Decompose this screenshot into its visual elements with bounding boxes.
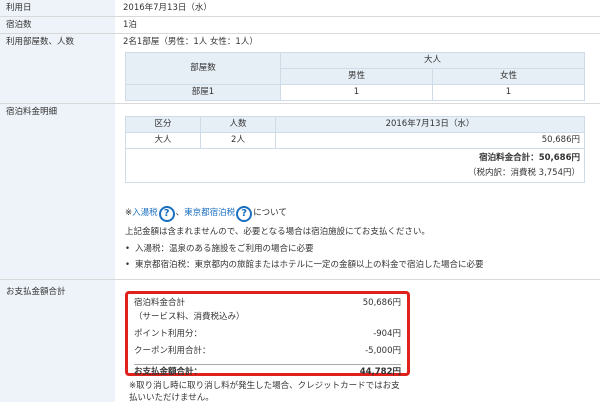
payment-summary-box: 宿泊料金合計 50,686円 （サービス料、消費税込み） ポイント利用分： -9… bbox=[125, 291, 410, 378]
nights-row: 宿泊数 1泊 bbox=[0, 17, 600, 34]
not-included-note: 上記金額は含まれませんので、必要となる場合は宿泊施設にてお支払ください。 bbox=[125, 227, 430, 237]
nights-value: 1泊 bbox=[123, 20, 137, 30]
bath-tax-link[interactable]: 入湯税 bbox=[132, 208, 158, 219]
col-adult: 大人 bbox=[280, 52, 585, 69]
payment-line: クーポン利用合計： -5,000円 bbox=[134, 346, 401, 357]
breakdown-table: 区分 人数 2016年7月13日（水） 大人 2人 50,686円 宿泊料金合計… bbox=[125, 116, 585, 183]
col-people: 人数 bbox=[200, 116, 276, 133]
type-cell: 大人 bbox=[125, 132, 201, 149]
rooms-label: 利用部屋数、人数 bbox=[0, 34, 115, 103]
list-item: 東京都宿泊税：東京都内の旅館またはホテルに一定の金額以上の料金で宿泊した場合に必… bbox=[125, 260, 595, 271]
payment-row: お支払金額合計 宿泊料金合計 50,686円 （サービス料、消費税込み） ポイン… bbox=[0, 280, 600, 403]
help-icon[interactable]: ? bbox=[158, 206, 175, 222]
payment-line: （サービス料、消費税込み） bbox=[134, 312, 245, 323]
tax-note-prefix: ※ bbox=[125, 208, 133, 219]
cancel-note: ※取り消し時に取り消し料が発生した場合、クレジットカードではお支払いいただけませ… bbox=[129, 381, 400, 403]
tax-note-suffix: について bbox=[253, 208, 287, 219]
rooms-value: 2名1部屋（男性：1人 女性：1人） bbox=[123, 37, 258, 47]
payment-total: お支払金額合計： 44,782円 bbox=[134, 364, 401, 378]
use-date-value: 2016年7月13日（水） bbox=[123, 3, 212, 13]
people-cell: 2人 bbox=[200, 132, 276, 149]
female-count: 1 bbox=[432, 84, 585, 101]
tax-bullet-list: 入湯税：温泉のある施設をご利用の場合に必要 東京都宿泊税：東京都内の旅館またはホ… bbox=[125, 244, 595, 271]
payment-label: お支払金額合計 bbox=[0, 280, 115, 402]
col-type: 区分 bbox=[125, 116, 201, 133]
nights-label: 宿泊数 bbox=[0, 17, 115, 33]
tokyo-tax-link[interactable]: 東京都宿泊税 bbox=[184, 208, 235, 219]
total-value: 50,686円 bbox=[538, 152, 580, 163]
tax-note: （税内訳：消費税 3,754円） bbox=[467, 167, 580, 178]
total-label: 宿泊料金合計： bbox=[479, 152, 539, 163]
payment-line: 宿泊料金合計 50,686円 bbox=[134, 298, 401, 309]
list-item: 入湯税：温泉のある施設をご利用の場合に必要 bbox=[125, 244, 595, 255]
breakdown-row: 宿泊料金明細 区分 人数 2016年7月13日（水） 大人 2人 50,686円… bbox=[0, 104, 600, 280]
help-icon[interactable]: ? bbox=[236, 206, 253, 222]
breakdown-label: 宿泊料金明細 bbox=[0, 104, 115, 279]
tax-separator: 、 bbox=[175, 208, 185, 219]
male-count: 1 bbox=[280, 84, 433, 101]
use-date-row: 利用日 2016年7月13日（水） bbox=[0, 0, 600, 17]
use-date-label: 利用日 bbox=[0, 0, 115, 16]
col-room-count: 部屋数 bbox=[125, 52, 281, 85]
price-cell: 50,686円 bbox=[275, 132, 585, 149]
col-date: 2016年7月13日（水） bbox=[275, 116, 585, 133]
col-male: 男性 bbox=[280, 68, 433, 85]
payment-line: ポイント利用分： -904円 bbox=[134, 329, 401, 340]
col-female: 女性 bbox=[432, 68, 585, 85]
rooms-table: 部屋数 大人 男性 女性 部屋1 1 1 bbox=[125, 52, 585, 101]
rooms-row: 利用部屋数、人数 2名1部屋（男性：1人 女性：1人） 部屋数 大人 男性 女性… bbox=[0, 34, 600, 104]
room-label: 部屋1 bbox=[125, 84, 281, 101]
